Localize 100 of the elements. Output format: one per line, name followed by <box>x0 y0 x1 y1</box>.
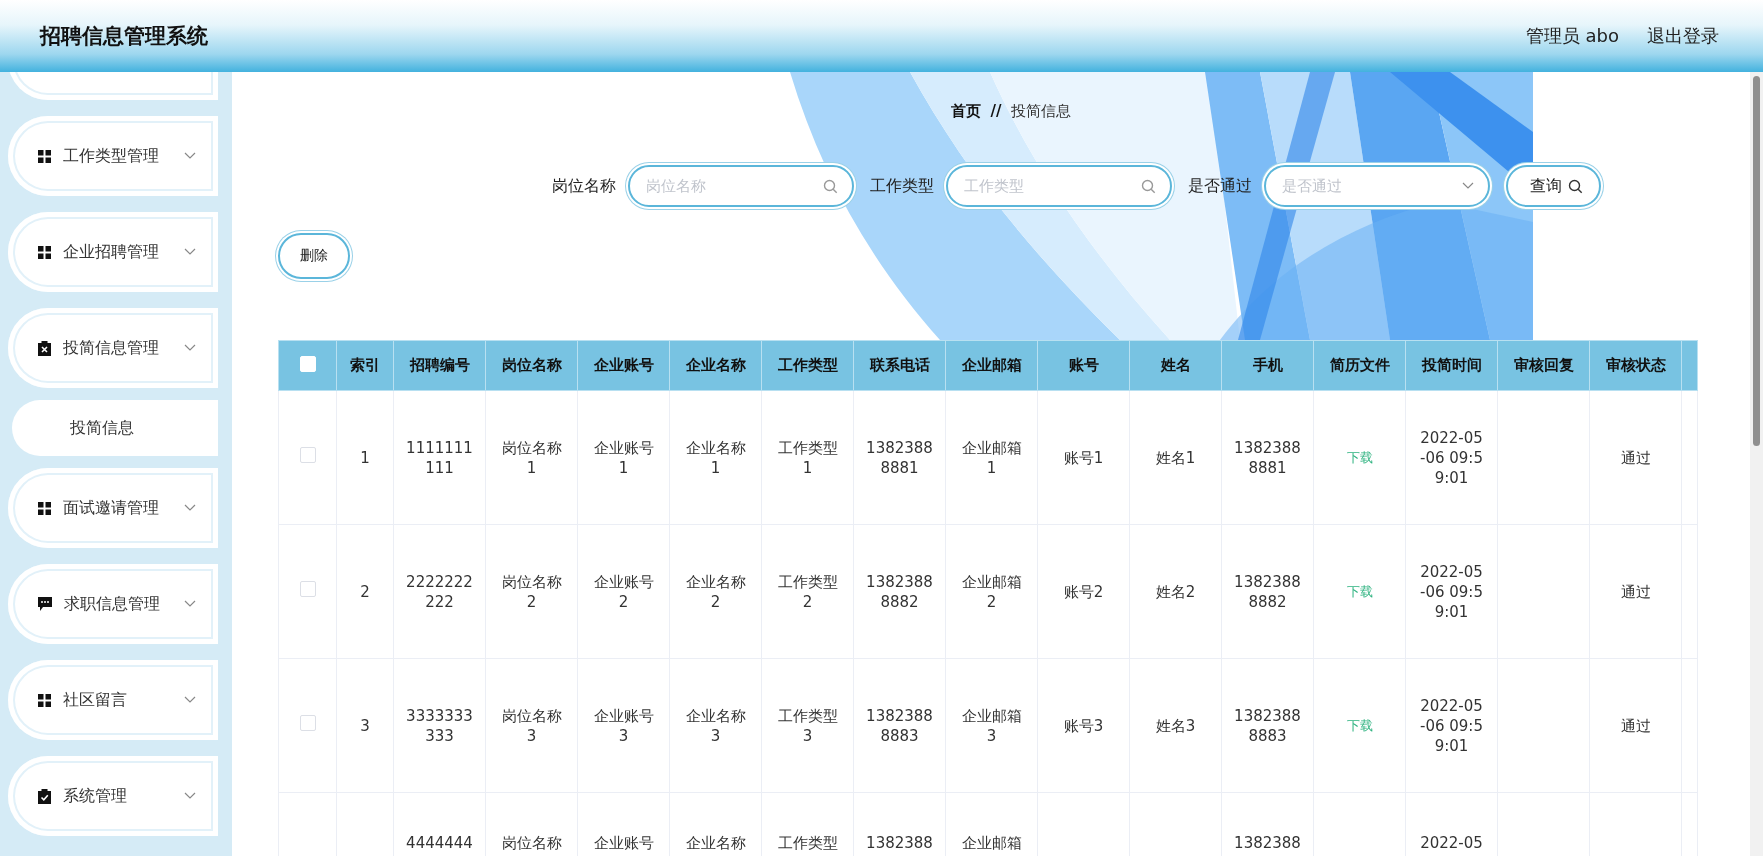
scrollbar[interactable] <box>1750 72 1763 856</box>
table-cell: 1382388 <box>866 833 933 853</box>
search-field[interactable]: 岗位名称 <box>643 176 817 196</box>
row-checkbox[interactable] <box>299 447 316 463</box>
chevron-icon <box>184 344 196 352</box>
menu-item[interactable]: 社区留言 <box>8 660 218 740</box>
column-header: 审核回复 <box>1497 340 1590 391</box>
table-cell-text: 2022-05-06 09:59:01 <box>1419 695 1484 756</box>
select-all-checkbox[interactable] <box>299 355 316 372</box>
table-cell-text: 工作类型3 <box>776 705 839 746</box>
search-box[interactable]: 岗位名称 <box>627 165 854 207</box>
table-cell-text: 企业名称3 <box>684 705 747 746</box>
column-header: 招聘编号 <box>393 340 486 391</box>
column-header: 手机 <box>1221 340 1314 391</box>
menu-item[interactable]: 面试邀请管理 <box>8 468 218 548</box>
table-cell: 账号3 <box>1063 715 1104 736</box>
table-cell-text: 2022-05-06 09:59:01 <box>1419 561 1484 622</box>
column-header: 工作类型 <box>761 340 854 391</box>
chat-icon <box>38 597 52 611</box>
table-cell: 通过 <box>1620 715 1651 736</box>
table-cell-text: 工作类型2 <box>776 571 839 612</box>
column-header: 岗位名称 <box>485 340 578 391</box>
table-cell: 13823888881 <box>1234 437 1301 478</box>
table-cell: 姓名3 <box>1155 715 1196 736</box>
menu-label: 系统管理 <box>63 785 128 807</box>
table-cell: 企业邮箱 <box>961 833 1022 853</box>
table-cell: 4444444 <box>406 833 473 853</box>
search-field[interactable]: 工作类型 <box>961 176 1135 196</box>
table-cell-text: 企业账号3 <box>592 705 655 746</box>
column-header: 审核状态 <box>1589 340 1682 391</box>
menu-item[interactable]: 投简信息管理 <box>8 308 218 388</box>
breadcrumb-home[interactable]: 首页 <box>950 102 981 121</box>
table-cell: 工作类型 <box>777 833 838 853</box>
menu-label: 工作类型管理 <box>63 145 160 167</box>
search-icon <box>1567 178 1583 194</box>
table-cell: 3333333333 <box>406 705 473 746</box>
search-icon <box>822 178 838 194</box>
table-cell: 1 <box>360 447 370 468</box>
filter-label: 工作类型 <box>869 175 934 197</box>
table-cell-text: 2022-05-06 09:59:01 <box>1419 427 1484 488</box>
chevron-icon <box>184 504 196 512</box>
chevron-icon <box>184 600 196 608</box>
table-cell-text: 企业邮箱3 <box>960 705 1023 746</box>
logout-link[interactable]: 退出登录 <box>1647 24 1719 48</box>
table-cell-text: 工作类型1 <box>776 437 839 478</box>
menu-item[interactable]: 工作类型管理 <box>8 116 218 196</box>
clipboard-check-icon <box>38 788 51 804</box>
table-cell: 3 <box>360 715 370 736</box>
search-icon <box>1140 178 1156 194</box>
column-header: 企业账号 <box>577 340 670 391</box>
table-cell-text: 岗位名称3 <box>500 705 563 746</box>
table-cell-text: 企业邮箱1 <box>960 437 1023 478</box>
breadcrumb-separator: // <box>990 102 1002 121</box>
table-cell: 账号2 <box>1063 581 1104 602</box>
table-cell: 通过 <box>1620 447 1651 468</box>
app-title: 招聘信息管理系统 <box>40 23 208 50</box>
column-header: 姓名 <box>1129 340 1222 391</box>
table-cell: 2022-05 <box>1420 833 1483 853</box>
select-box[interactable]: 是否通过 <box>1263 165 1490 207</box>
clipboard-x-icon <box>38 340 51 356</box>
column-header: 账号 <box>1037 340 1130 391</box>
menu-label: 面试邀请管理 <box>63 497 160 519</box>
search-box[interactable]: 工作类型 <box>945 165 1172 207</box>
menu-label: 企业招聘管理 <box>63 241 160 263</box>
menu-label: 投简信息管理 <box>63 337 160 359</box>
menu-item[interactable]: 求职信息管理 <box>8 564 218 644</box>
grid-icon <box>38 245 51 259</box>
chevron-icon <box>184 696 196 704</box>
menu-label: 社区留言 <box>63 689 128 711</box>
column-header: 投简时间 <box>1405 340 1498 391</box>
grid-icon <box>38 501 51 515</box>
menu-item[interactable]: 系统管理 <box>8 756 218 836</box>
submenu-item[interactable]: 投简信息 <box>12 400 218 456</box>
menu-item[interactable]: 企业招聘管理 <box>8 212 218 292</box>
table-cell: 1111111111 <box>406 437 473 478</box>
delete-button[interactable]: 删除 <box>278 233 350 279</box>
table-cell-text: 企业账号2 <box>592 571 655 612</box>
column-header: 企业邮箱 <box>945 340 1038 391</box>
filter-label: 岗位名称 <box>551 175 616 197</box>
search-button[interactable]: 查询 <box>1505 165 1601 207</box>
grid-icon <box>38 149 51 163</box>
table-cell: 姓名1 <box>1155 447 1196 468</box>
chevron-icon <box>184 248 196 256</box>
row-checkbox[interactable] <box>299 581 316 597</box>
user-name: 管理员 abo <box>1525 24 1619 48</box>
table-cell-text: 企业账号1 <box>592 437 655 478</box>
chevron-icon <box>184 792 196 800</box>
table-cell: 企业名称 <box>685 833 746 853</box>
table-cell: 13823888883 <box>866 705 933 746</box>
table-cell: 2222222222 <box>406 571 473 612</box>
row-checkbox[interactable] <box>299 715 316 731</box>
table-cell: 13823888883 <box>1234 705 1301 746</box>
chevron-icon <box>1461 182 1474 190</box>
filter-label: 是否通过 <box>1187 175 1252 197</box>
select-field[interactable]: 是否通过 <box>1279 176 1456 196</box>
table-cell-text: 企业邮箱2 <box>960 571 1023 612</box>
breadcrumb-current: 投简信息 <box>1011 102 1072 121</box>
table-cell: 岗位名称 <box>501 833 562 853</box>
table-cell: 13823888881 <box>866 437 933 478</box>
column-header: 索引 <box>336 340 394 391</box>
